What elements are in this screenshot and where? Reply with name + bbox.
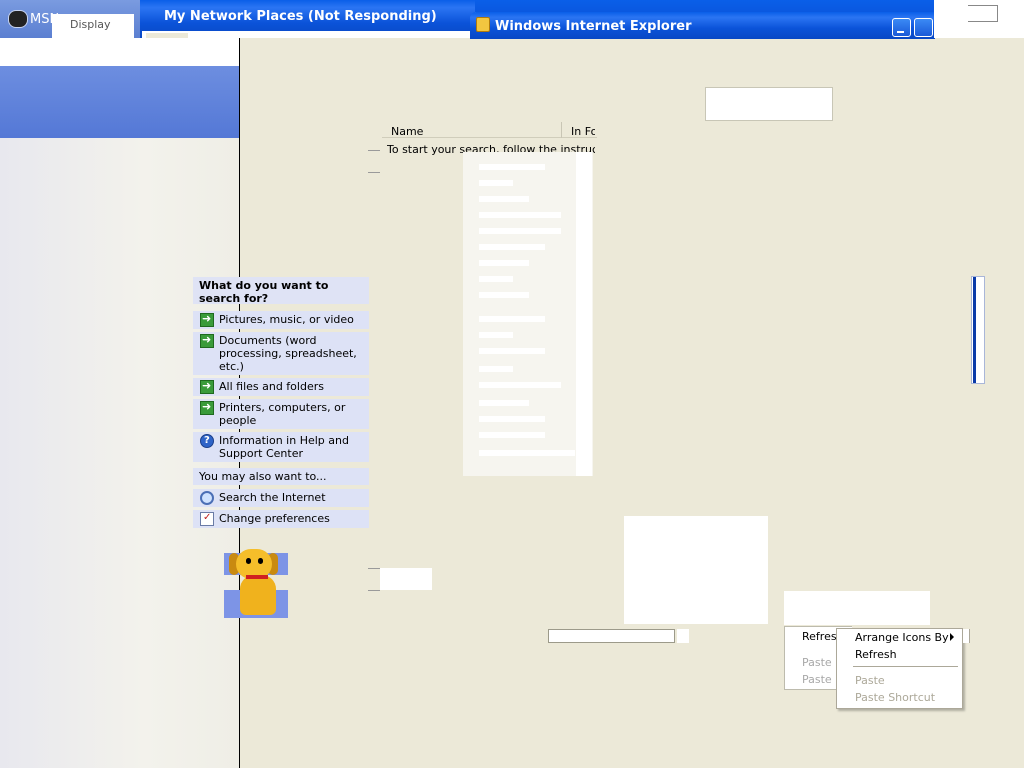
search-option-label: Information in Help and Support Center bbox=[219, 434, 349, 460]
search-also-label: Change preferences bbox=[219, 512, 330, 525]
search-dog-body[interactable] bbox=[240, 575, 276, 615]
status-bar-field bbox=[677, 629, 689, 643]
display-taskbar-tab[interactable]: Display bbox=[52, 14, 134, 38]
search-option-help-center[interactable]: Information in Help and Support Center bbox=[193, 432, 369, 462]
green-arrow-icon bbox=[200, 400, 214, 415]
column-header-in-folder[interactable]: In Folder bbox=[571, 125, 595, 138]
preferences-icon bbox=[200, 511, 214, 526]
tree-tick bbox=[368, 150, 380, 151]
search-option-label: All files and folders bbox=[219, 380, 324, 393]
menu-shadow-remnant bbox=[963, 629, 970, 643]
menu-separator bbox=[853, 666, 958, 667]
search-also-label: Search the Internet bbox=[219, 491, 326, 504]
status-bar-field bbox=[548, 629, 675, 643]
scrollbar-remnant[interactable] bbox=[971, 276, 985, 384]
menu-item-paste[interactable]: Paste bbox=[855, 674, 885, 687]
redraw-artifact-box bbox=[380, 568, 432, 590]
search-dog-eye bbox=[246, 558, 251, 564]
msn-butterfly-icon bbox=[8, 10, 28, 28]
column-header-name[interactable]: Name bbox=[391, 125, 423, 138]
ie-window-titlebar[interactable]: Windows Internet Explorer bbox=[470, 12, 935, 39]
ie-window-title: Windows Internet Explorer bbox=[495, 19, 692, 34]
ie-window-top-edge bbox=[475, 0, 935, 12]
tree-tick bbox=[368, 172, 380, 173]
network-places-title: My Network Places (Not Responding) bbox=[164, 9, 437, 24]
help-icon bbox=[200, 434, 214, 448]
maximize-button[interactable] bbox=[914, 18, 933, 37]
search-option-label: Printers, computers, or people bbox=[219, 401, 346, 427]
search-also-heading: You may also want to... bbox=[193, 468, 369, 485]
search-option-pictures[interactable]: Pictures, music, or video bbox=[193, 311, 369, 329]
address-box-remnant bbox=[705, 87, 833, 121]
search-option-printers[interactable]: Printers, computers, or people bbox=[193, 399, 369, 429]
magnifier-icon bbox=[200, 491, 214, 505]
search-option-label: Pictures, music, or video bbox=[219, 313, 354, 326]
submenu-arrow-icon bbox=[950, 633, 954, 641]
context-menu: Arrange Icons By Refresh Paste Paste Sho… bbox=[836, 628, 963, 709]
green-arrow-icon bbox=[200, 312, 214, 327]
top-right-outline-glyph bbox=[968, 5, 998, 22]
search-companion-heading: What do you want to search for? bbox=[193, 277, 369, 305]
search-the-internet-link[interactable]: Search the Internet bbox=[193, 489, 369, 507]
menu-item-arrange-icons-by[interactable]: Arrange Icons By bbox=[855, 631, 949, 644]
search-dog-collar bbox=[246, 575, 268, 579]
tree-tick bbox=[368, 568, 380, 569]
ghost-menu-paste: Paste bbox=[802, 656, 832, 669]
search-option-documents[interactable]: Documents (word processing, spreadsheet,… bbox=[193, 332, 369, 375]
change-preferences-link[interactable]: Change preferences bbox=[193, 510, 369, 528]
tree-tick bbox=[368, 590, 380, 591]
redraw-artifact-box bbox=[624, 516, 768, 624]
menu-item-refresh[interactable]: Refresh bbox=[855, 648, 897, 661]
search-option-all-files[interactable]: All files and folders bbox=[193, 378, 369, 396]
left-pane-toolbar-fragment bbox=[198, 38, 238, 56]
ie-window-icon bbox=[476, 17, 490, 32]
list-redraw-artifact bbox=[463, 152, 593, 476]
column-separator[interactable] bbox=[561, 122, 562, 138]
left-pane-blue-header bbox=[0, 66, 240, 138]
green-arrow-icon bbox=[200, 333, 214, 348]
search-dog-eye bbox=[258, 558, 263, 564]
minimize-button[interactable] bbox=[892, 18, 911, 37]
network-places-toolbar-remnant bbox=[142, 31, 472, 38]
green-arrow-icon bbox=[200, 379, 214, 394]
list-redraw-artifact bbox=[576, 152, 592, 476]
search-option-label: Documents (word processing, spreadsheet,… bbox=[219, 334, 357, 373]
redraw-artifact-box bbox=[784, 591, 930, 625]
menu-item-paste-shortcut[interactable]: Paste Shortcut bbox=[855, 691, 935, 704]
